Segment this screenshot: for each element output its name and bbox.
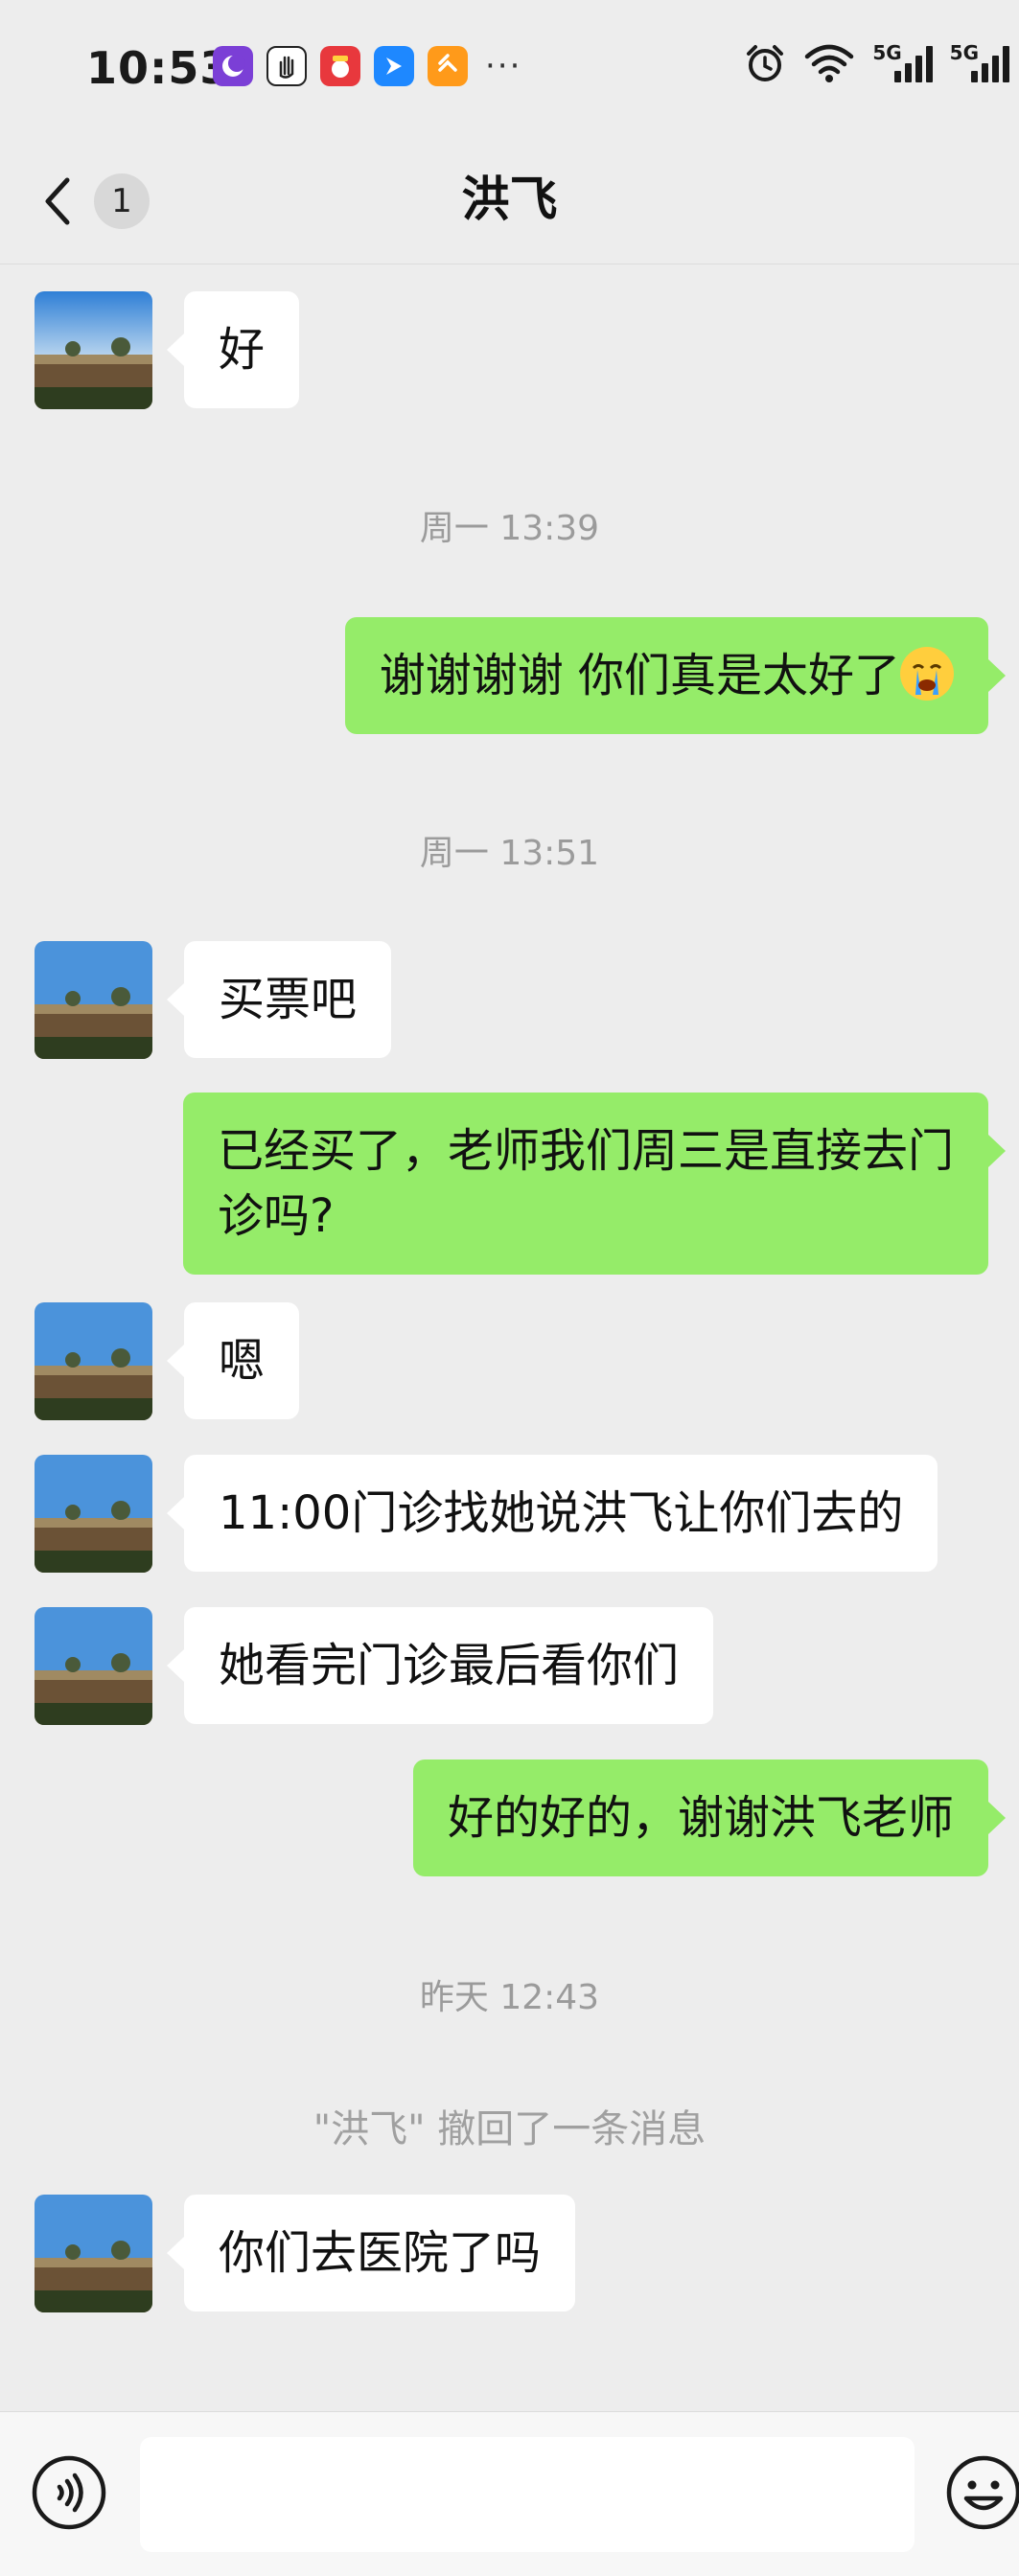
contact-avatar[interactable]: [35, 941, 152, 1059]
status-bar: 10:53 ··· 5G 5G: [0, 0, 1019, 144]
incoming-message[interactable]: 买票吧: [166, 941, 392, 1058]
input-bar: [0, 2411, 1019, 2576]
hand-app-icon: [266, 46, 307, 86]
crying-emoji-icon: [900, 647, 954, 701]
incoming-message[interactable]: 她看完门诊最后看你们: [166, 1607, 714, 1724]
chat-header: 1 洪飞: [0, 144, 1019, 264]
signal-2-icon: [971, 44, 1009, 82]
orange-app-icon: [428, 46, 468, 86]
contact-avatar[interactable]: [35, 291, 152, 409]
status-right: 5G 5G: [744, 42, 1009, 84]
contact-avatar[interactable]: [35, 2195, 152, 2312]
message-list[interactable]: 好 周一 13:39 谢谢谢谢 你们真是太好了 周一 13:51 买票吧 已经买…: [0, 264, 1019, 2411]
feishu-app-icon: [374, 46, 414, 86]
wifi-icon: [805, 44, 854, 82]
moon-app-icon: [213, 46, 253, 86]
recall-notice: "洪飞" 撤回了一条消息: [313, 2107, 706, 2151]
outgoing-message[interactable]: 好的好的，谢谢洪飞老师: [412, 1760, 1007, 1876]
status-time: 10:53: [86, 42, 232, 94]
alarm-icon: [747, 45, 784, 81]
contact-avatar[interactable]: [35, 1302, 152, 1420]
outgoing-message-text: 谢谢谢谢 你们真是太好了: [379, 649, 900, 702]
message-timestamp: 昨天 12:43: [419, 1978, 600, 2017]
incoming-message[interactable]: 好: [166, 291, 300, 408]
incoming-message[interactable]: 你们去医院了吗: [166, 2195, 576, 2312]
outgoing-message[interactable]: 谢谢谢谢 你们真是太好了: [344, 617, 1007, 734]
emoji-icon[interactable]: [945, 2454, 1019, 2531]
more-notifications-icon: ···: [485, 47, 522, 85]
message-timestamp: 周一 13:51: [419, 834, 600, 873]
contact-avatar[interactable]: [35, 1607, 152, 1725]
buy-app-icon: [320, 46, 360, 86]
chat-title: 洪飞: [461, 172, 558, 227]
incoming-message[interactable]: 嗯: [166, 1302, 300, 1419]
incoming-message[interactable]: 11:00门诊找她说洪飞让你们去的: [166, 1455, 938, 1572]
chat-screen: 10:53 ··· 5G 5G 1 洪飞 好 周一 13:39 谢谢谢谢 你们真…: [0, 0, 1019, 2576]
message-timestamp: 周一 13:39: [419, 509, 600, 548]
contact-avatar[interactable]: [35, 1455, 152, 1573]
voice-input-icon[interactable]: [31, 2454, 107, 2531]
signal-1-icon: [893, 44, 933, 82]
status-app-icons: ···: [213, 46, 521, 86]
message-input[interactable]: [140, 2437, 915, 2552]
outgoing-message[interactable]: 已经买了，老师我们周三是直接去门诊吗?: [183, 1092, 1006, 1275]
